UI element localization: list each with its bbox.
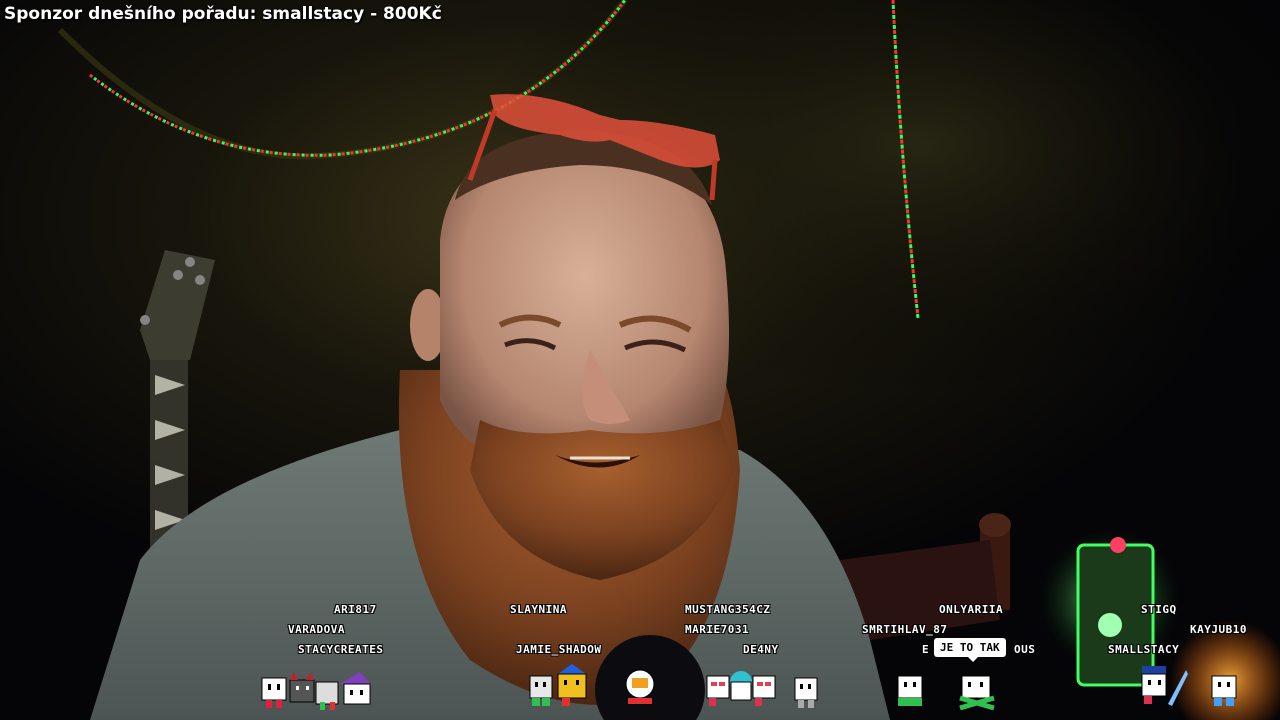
viewer-name: ARI817	[334, 603, 377, 616]
viewer-name: JAMIE_SHADOW	[516, 643, 602, 656]
viewer-avatar-group	[529, 664, 587, 706]
viewer-avatar-group	[706, 671, 776, 706]
viewer-name-partial: E	[922, 643, 930, 656]
viewer-name: DE4NY	[743, 643, 779, 656]
stream-video-frame	[0, 0, 1280, 720]
viewer-avatar	[1211, 675, 1237, 706]
viewer-name: STACYCREATES	[298, 643, 384, 656]
viewer-avatar-group	[261, 672, 372, 710]
viewer-avatar	[794, 677, 818, 708]
viewer-avatar	[959, 675, 995, 710]
viewer-name: MARIE7031	[685, 623, 750, 636]
viewer-name: KAYJUB10	[1190, 623, 1247, 636]
viewer-avatar	[897, 675, 923, 706]
viewer-name: ONLYARIIA	[939, 603, 1004, 616]
viewer-avatar-group	[1141, 666, 1188, 706]
viewer-name: SMALLSTACY	[1108, 643, 1180, 656]
viewer-name: STIGQ	[1141, 603, 1177, 616]
chat-bubble: JE TO TAK	[934, 638, 1006, 662]
viewer-name: VARADOVA	[288, 623, 345, 636]
viewer-avatar-astronaut	[625, 669, 655, 704]
viewer-name: SLAYNINA	[510, 603, 567, 616]
sponsor-banner: Sponzor dnešního pořadu: smallstacy - 80…	[4, 4, 442, 24]
viewer-name-partial: OUS	[1014, 643, 1036, 656]
viewer-name: SMRTIHLAV_87	[862, 623, 948, 636]
viewer-name: MUSTANG354CZ	[685, 603, 771, 616]
